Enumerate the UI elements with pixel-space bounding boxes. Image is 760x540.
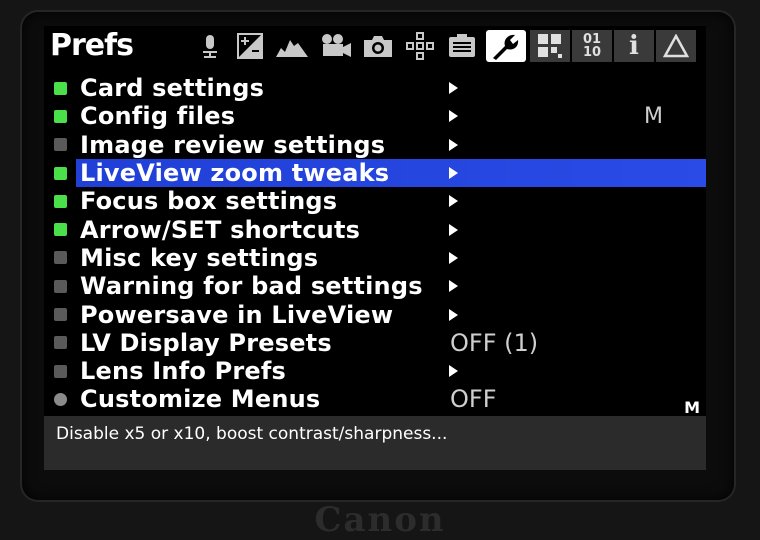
menu-item-lv-display-presets[interactable]: LV Display Presets OFF (1)	[44, 329, 706, 357]
menu-item-card-settings[interactable]: Card settings	[44, 74, 706, 102]
menu-item-warning-for-bad-settings[interactable]: Warning for bad settings	[44, 272, 706, 300]
tab-movie[interactable]	[316, 30, 356, 62]
focus-points-icon	[406, 32, 434, 60]
submenu-arrow-icon	[449, 110, 458, 123]
tab-bar: Prefs 01 10 i	[44, 26, 706, 66]
status-indicator	[54, 166, 67, 180]
submenu-arrow-icon	[449, 167, 458, 180]
tab-modules[interactable]	[530, 30, 570, 62]
tab-display[interactable]	[442, 30, 482, 62]
tab-overlay[interactable]	[272, 30, 312, 62]
menu-item-label: Powersave in LiveView	[80, 300, 394, 329]
status-indicator	[54, 336, 67, 350]
histogram-icon	[275, 34, 309, 58]
help-text: Disable x5 or x10, boost contrast/sharpn…	[56, 424, 448, 444]
menu-item-value: OFF	[450, 385, 497, 414]
status-indicator	[54, 308, 67, 322]
menu-item-arrow-set-shortcuts[interactable]: Arrow/SET shortcuts	[44, 215, 706, 244]
menu-item-label: Warning for bad settings	[80, 272, 423, 301]
tab-audio[interactable]	[190, 30, 230, 62]
menu-item-liveview-zoom-tweaks[interactable]: LiveView zoom tweaks	[44, 158, 706, 188]
status-indicator	[54, 138, 67, 152]
menu-item-misc-key-settings[interactable]: Misc key settings	[44, 244, 706, 272]
debug-binary-icon: 01 10	[582, 32, 602, 60]
warning-triangle-icon	[663, 34, 689, 58]
tab-debug[interactable]: 01 10	[572, 30, 612, 62]
display-icon	[448, 33, 476, 59]
tab-expo[interactable]	[230, 30, 270, 62]
menu-item-label: LiveView zoom tweaks	[80, 159, 390, 188]
menu-item-label: LV Display Presets	[80, 328, 332, 357]
status-indicator	[54, 194, 67, 208]
lcd-screen: Prefs 01 10 i Card settings Config files…	[44, 26, 706, 470]
modules-icon	[536, 32, 564, 60]
submenu-arrow-icon	[449, 223, 458, 236]
submenu-arrow-icon	[449, 280, 458, 293]
submenu-arrow-icon	[449, 308, 458, 321]
menu-item-focus-box-settings[interactable]: Focus box settings	[44, 187, 706, 215]
tab-prefs[interactable]	[486, 30, 526, 62]
tab-warnings[interactable]	[656, 30, 696, 62]
menu-item-label: Customize Menus	[80, 385, 321, 414]
submenu-arrow-icon	[449, 82, 458, 95]
modified-flag: M	[684, 398, 700, 417]
menu-item-image-review-settings[interactable]: Image review settings	[44, 131, 706, 159]
status-indicator	[54, 223, 67, 237]
menu-item-label: Config files	[80, 102, 236, 131]
menu-item-label: Misc key settings	[80, 243, 319, 272]
microphone-icon	[199, 33, 221, 59]
menu-item-customize-menus[interactable]: Customize Menus OFF	[44, 385, 706, 413]
submenu-arrow-icon	[449, 195, 458, 208]
page-title: Prefs	[50, 28, 134, 63]
submenu-arrow-icon	[449, 138, 458, 151]
info-icon: i	[629, 31, 639, 61]
menu-item-label: Card settings	[80, 74, 265, 103]
camera-icon	[362, 33, 394, 59]
status-indicator	[54, 279, 67, 293]
tab-help[interactable]: i	[614, 30, 654, 62]
status-indicator	[54, 109, 67, 123]
status-indicator	[54, 364, 67, 378]
status-indicator	[54, 392, 67, 406]
menu-item-label: Image review settings	[80, 130, 386, 159]
menu-item-label: Arrow/SET shortcuts	[80, 215, 361, 244]
exposure-icon	[237, 33, 263, 59]
movie-camera-icon	[319, 33, 353, 59]
menu-item-config-files[interactable]: Config files M	[44, 102, 706, 130]
submenu-arrow-icon	[449, 365, 458, 378]
menu-item-label: Focus box settings	[80, 187, 338, 216]
menu-item-value: OFF (1)	[450, 328, 539, 357]
status-indicator	[54, 251, 67, 265]
status-indicator	[54, 81, 67, 95]
camera-brand-logo: Canon	[314, 500, 446, 540]
menu-item-label: Lens Info Prefs	[80, 357, 287, 386]
menu-item-lens-info-prefs[interactable]: Lens Info Prefs	[44, 357, 706, 385]
help-bar: Disable x5 or x10, boost contrast/sharpn…	[44, 416, 706, 470]
menu-item-powersave-in-liveview[interactable]: Powersave in LiveView	[44, 300, 706, 329]
tab-focus[interactable]	[400, 30, 440, 62]
wrench-icon	[490, 31, 522, 61]
submenu-arrow-icon	[449, 251, 458, 264]
prefs-menu: Card settings Config files M Image revie…	[44, 74, 706, 414]
menu-item-flag: M	[644, 103, 663, 129]
tab-shoot[interactable]	[358, 30, 398, 62]
